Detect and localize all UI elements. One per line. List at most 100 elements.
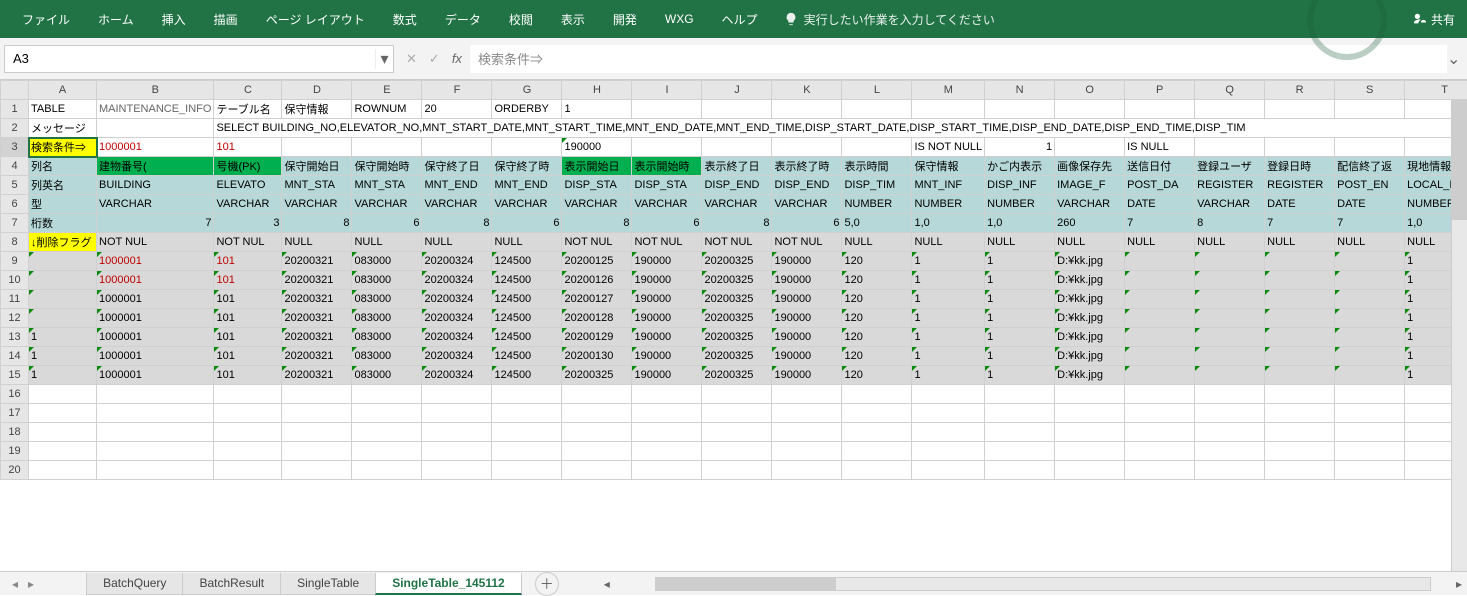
cell[interactable] — [842, 442, 912, 461]
cell[interactable] — [352, 404, 422, 423]
cell-N11[interactable]: 1 — [985, 290, 1055, 309]
cell-r7-14[interactable]: 7 — [1125, 214, 1195, 233]
cell-r7-13[interactable]: 260 — [1055, 214, 1125, 233]
cell[interactable] — [632, 385, 702, 404]
cell-E1[interactable]: ROWNUM — [352, 100, 422, 119]
cell-R215[interactable] — [1265, 366, 1335, 385]
cell-r6-16[interactable]: DATE — [1265, 195, 1335, 214]
cell-L15[interactable]: 120 — [842, 366, 912, 385]
cell-r6-2[interactable]: VARCHAR — [282, 195, 352, 214]
cell-B9[interactable]: 1000001 — [97, 252, 214, 271]
cell[interactable] — [842, 404, 912, 423]
cell[interactable] — [772, 461, 842, 480]
cell[interactable] — [1125, 404, 1195, 423]
cell[interactable] — [214, 404, 282, 423]
cell[interactable] — [492, 423, 562, 442]
cell[interactable] — [492, 461, 562, 480]
cell-r6-12[interactable]: NUMBER — [985, 195, 1055, 214]
hscroll-left-icon[interactable]: ◂ — [599, 577, 615, 591]
cell[interactable] — [492, 138, 562, 157]
cell-r6-15[interactable]: VARCHAR — [1195, 195, 1265, 214]
cell[interactable] — [912, 442, 985, 461]
cell-r8-1[interactable]: NOT NUL — [214, 233, 282, 252]
ribbon-tab-view[interactable]: 表示 — [547, 3, 599, 36]
cell-L12[interactable]: 120 — [842, 309, 912, 328]
cell-r4-9[interactable]: 表示終了時 — [772, 157, 842, 176]
cell-r7-8[interactable]: 8 — [702, 214, 772, 233]
cell-B15[interactable]: 1000001 — [97, 366, 214, 385]
cell-r5-7[interactable]: DISP_STA — [632, 176, 702, 195]
cell[interactable] — [1055, 442, 1125, 461]
cell-r6-4[interactable]: VARCHAR — [422, 195, 492, 214]
cell[interactable] — [772, 423, 842, 442]
cell-I12[interactable]: 190000 — [632, 309, 702, 328]
cell[interactable] — [282, 404, 352, 423]
cell[interactable] — [772, 442, 842, 461]
cell-F1[interactable]: 20 — [422, 100, 492, 119]
col-header-J[interactable]: J — [702, 81, 772, 100]
cell[interactable] — [282, 461, 352, 480]
cell-R29[interactable] — [1265, 252, 1335, 271]
cell[interactable] — [562, 442, 632, 461]
cell-E9[interactable]: 083000 — [352, 252, 422, 271]
cell-C11[interactable]: 101 — [214, 290, 282, 309]
cell[interactable] — [214, 423, 282, 442]
cell-J13[interactable]: 20200325 — [702, 328, 772, 347]
cell-A13[interactable]: 1 — [29, 328, 97, 347]
cell[interactable] — [1195, 100, 1265, 119]
cell-r4-17[interactable]: 配信終了返 — [1335, 157, 1405, 176]
cell-r7-10[interactable]: 5,0 — [842, 214, 912, 233]
cell-D13[interactable]: 20200321 — [282, 328, 352, 347]
cell-G1[interactable]: ORDERBY — [492, 100, 562, 119]
cell-r8-6[interactable]: NOT NUL — [562, 233, 632, 252]
col-header-T[interactable]: T — [1405, 81, 1467, 100]
cell-r8-8[interactable]: NOT NUL — [702, 233, 772, 252]
cell-S14[interactable] — [1335, 347, 1405, 366]
cell-r4-12[interactable]: かご内表示 — [985, 157, 1055, 176]
col-header-O[interactable]: O — [1055, 81, 1125, 100]
cell[interactable] — [1125, 385, 1195, 404]
cell-r7-12[interactable]: 1,0 — [985, 214, 1055, 233]
ribbon-tab-wxg[interactable]: WXG — [651, 4, 708, 34]
row-header-5[interactable]: 5 — [1, 176, 29, 195]
cell-r6-8[interactable]: VARCHAR — [702, 195, 772, 214]
cell-M15[interactable]: 1 — [912, 366, 985, 385]
cell-r4-4[interactable]: 保守終了日 — [422, 157, 492, 176]
share-button[interactable]: 共有 — [1413, 11, 1455, 28]
sheet-tab-SingleTable_145112[interactable]: SingleTable_145112 — [375, 573, 522, 595]
cell-D1[interactable]: 保守情報 — [282, 100, 352, 119]
cell[interactable] — [1265, 442, 1335, 461]
cell-r8-9[interactable]: NOT NUL — [772, 233, 842, 252]
cell[interactable] — [912, 423, 985, 442]
cell-r6-17[interactable]: DATE — [1335, 195, 1405, 214]
cell[interactable] — [422, 138, 492, 157]
cell-B3[interactable]: 1000001 — [97, 138, 214, 157]
cell[interactable] — [422, 385, 492, 404]
cell[interactable] — [562, 423, 632, 442]
cell-C13[interactable]: 101 — [214, 328, 282, 347]
cell-Q9[interactable] — [1195, 252, 1265, 271]
cell[interactable] — [702, 404, 772, 423]
cell[interactable] — [492, 404, 562, 423]
cell-Q10[interactable] — [1195, 271, 1265, 290]
row-header-11[interactable]: 11 — [1, 290, 29, 309]
cell[interactable] — [702, 385, 772, 404]
row-header-6[interactable]: 6 — [1, 195, 29, 214]
cell-N9[interactable]: 1 — [985, 252, 1055, 271]
cell[interactable] — [214, 442, 282, 461]
cell-r5-6[interactable]: DISP_STA — [562, 176, 632, 195]
cell[interactable] — [1055, 423, 1125, 442]
row-header-3[interactable]: 3 — [1, 138, 29, 157]
cell-I15[interactable]: 190000 — [632, 366, 702, 385]
cell[interactable] — [1265, 138, 1335, 157]
row-header-19[interactable]: 19 — [1, 442, 29, 461]
cell-r4-3[interactable]: 保守開始時 — [352, 157, 422, 176]
cell-Q15[interactable] — [1195, 366, 1265, 385]
ribbon-tab-layout[interactable]: ページ レイアウト — [252, 3, 379, 36]
cell-r4-13[interactable]: 画像保存先 — [1055, 157, 1125, 176]
cell[interactable] — [1055, 100, 1125, 119]
cell[interactable] — [422, 461, 492, 480]
cell-F11[interactable]: 20200324 — [422, 290, 492, 309]
cell-r4-15[interactable]: 登録ユーザ — [1195, 157, 1265, 176]
cell-E15[interactable]: 083000 — [352, 366, 422, 385]
